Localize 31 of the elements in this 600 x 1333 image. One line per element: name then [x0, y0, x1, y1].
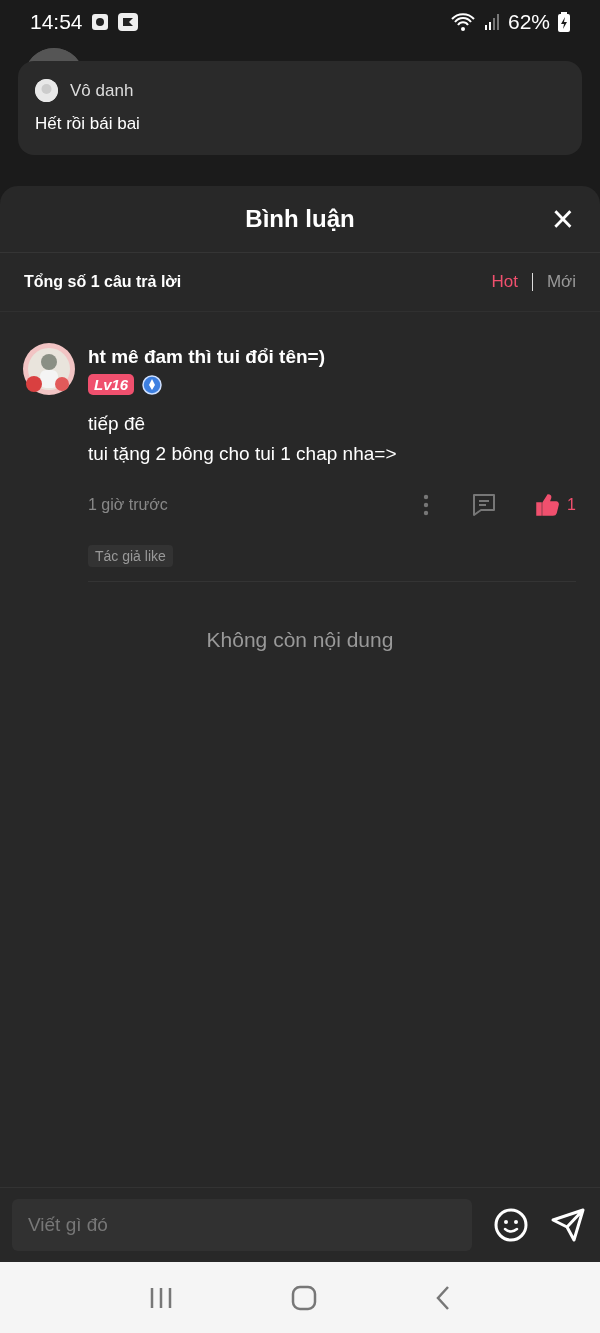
back-icon[interactable] — [435, 1284, 451, 1311]
comment-time: 1 giờ trước — [88, 496, 169, 514]
end-of-content-note: Không còn nội dung — [205, 628, 395, 652]
emoji-icon[interactable] — [494, 1208, 528, 1242]
close-button[interactable]: × — [551, 204, 574, 234]
reply-icon[interactable] — [471, 493, 498, 517]
send-icon[interactable] — [550, 1208, 586, 1242]
recent-apps-icon[interactable] — [149, 1285, 173, 1310]
clock-time: 14:54 — [30, 10, 83, 34]
level-badge: Lv16 — [88, 374, 135, 395]
notification-icon — [90, 13, 109, 31]
wifi-icon — [449, 12, 476, 32]
battery-icon — [558, 12, 570, 32]
battery-percent: 62% — [507, 10, 550, 34]
signal-icon — [483, 13, 500, 31]
comment-text: tiếp đê tui tặng 2 bông cho tui 1 chap nha=> — [88, 412, 398, 466]
sheet-title: Bình luận — [245, 205, 355, 233]
avatar-icon — [22, 342, 76, 396]
author-liked-tag: Tác giả like — [88, 545, 173, 567]
comment-input[interactable]: Viết gì đó — [12, 1199, 472, 1251]
sort-tab[interactable]: Hot — [491, 272, 518, 292]
more-icon[interactable] — [423, 494, 430, 516]
username: ht mê đam thì tui đổi tên=) — [88, 346, 326, 368]
toast-message: Hết rồi bái bai — [35, 114, 141, 134]
notification-toast[interactable]: Vô danh Hết rồi bái bai — [18, 61, 582, 155]
home-icon[interactable] — [291, 1284, 317, 1311]
sort-tab[interactable]: Mới — [546, 272, 576, 292]
video-app-icon — [116, 12, 139, 32]
verified-icon — [142, 374, 163, 395]
reply-count: Tổng số 1 câu trả lời — [24, 273, 183, 291]
sender-name: Vô danh — [70, 80, 134, 101]
